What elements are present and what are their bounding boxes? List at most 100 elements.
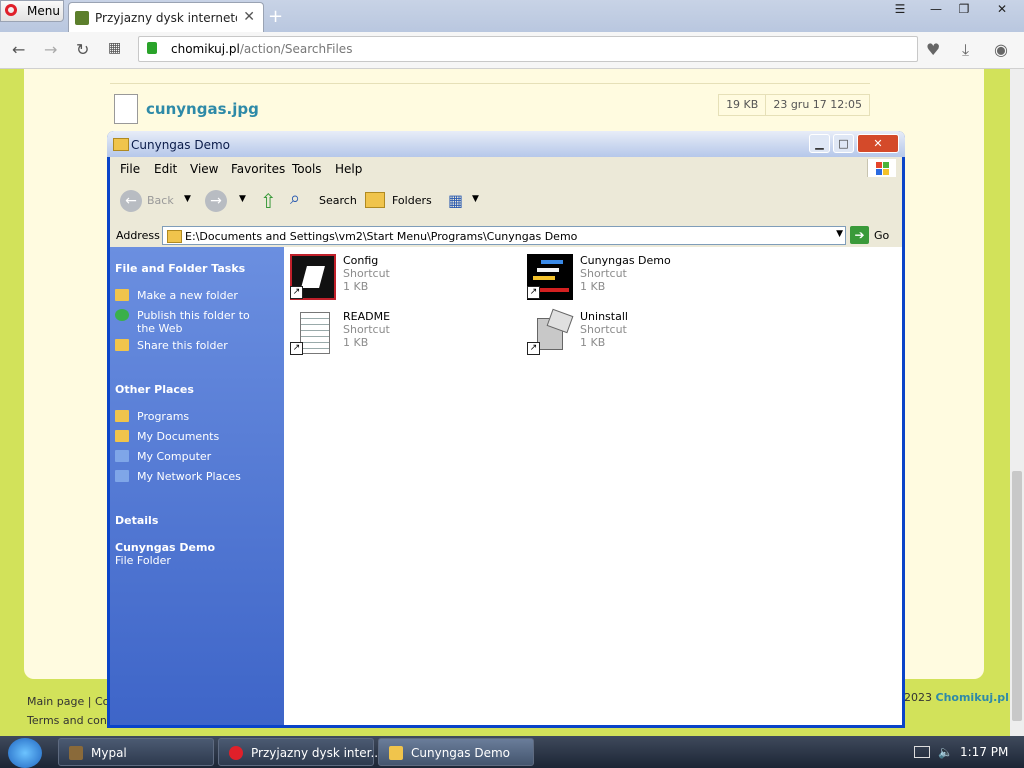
- footer-brand-link[interactable]: Chomikuj.pl: [936, 691, 1009, 704]
- shortcut-arrow-icon: ↗: [290, 342, 303, 355]
- task-make-folder[interactable]: Make a new folder: [115, 289, 275, 302]
- search-result-row[interactable]: cunyngas.jpg 19 KB 23 gru 17 12:05: [110, 83, 870, 130]
- views-icon[interactable]: ▦: [448, 191, 463, 210]
- file-tasks-header[interactable]: File and Folder Tasks: [115, 262, 245, 275]
- shortcut-arrow-icon: ↗: [290, 286, 303, 299]
- my-computer-icon: [115, 450, 129, 462]
- menu-edit[interactable]: Edit: [154, 162, 177, 176]
- window-title: Cunyngas Demo: [131, 138, 230, 152]
- footer-links: Main page | Co Terms and cond: [27, 692, 114, 730]
- place-my-computer[interactable]: My Computer: [115, 450, 275, 463]
- tab-menu-icon[interactable]: ☰: [890, 2, 910, 18]
- heart-bookmark-icon[interactable]: ♥: [926, 40, 940, 59]
- forward-dropdown-icon[interactable]: ▼: [239, 194, 246, 204]
- search-label[interactable]: Search: [319, 194, 357, 207]
- start-button[interactable]: [8, 738, 42, 768]
- menu-help[interactable]: Help: [335, 162, 362, 176]
- other-places-header[interactable]: Other Places: [115, 383, 194, 396]
- address-dropdown-icon[interactable]: ▼: [836, 229, 843, 239]
- folders-icon[interactable]: [365, 192, 385, 208]
- secure-lock-icon: [147, 42, 157, 54]
- up-folder-icon[interactable]: ⇧: [260, 189, 277, 213]
- footer-main-page-link[interactable]: Main page: [27, 695, 84, 708]
- menu-file[interactable]: File: [120, 162, 140, 176]
- details-header[interactable]: Details: [115, 514, 158, 527]
- share-folder-icon: [115, 339, 129, 351]
- file-item-config[interactable]: ↗ Config Shortcut 1 KB: [290, 254, 520, 304]
- go-arrow-icon[interactable]: ➔: [850, 226, 869, 244]
- file-size: 1 KB: [343, 336, 369, 349]
- forward-arrow-icon[interactable]: →: [44, 40, 57, 59]
- file-name: Uninstall: [580, 310, 628, 323]
- file-size: 1 KB: [343, 280, 369, 293]
- page-scrollbar[interactable]: [1010, 69, 1024, 736]
- browser-minimize-icon[interactable]: —: [926, 2, 946, 18]
- taskbar: Mypal Przyjazny dysk inter... Cunyngas D…: [0, 736, 1024, 768]
- menu-view[interactable]: View: [190, 162, 218, 176]
- task-publish-web[interactable]: Publish this folder to the Web: [115, 309, 275, 335]
- go-button[interactable]: Go: [874, 229, 889, 242]
- browser-close-icon[interactable]: ✕: [992, 2, 1012, 18]
- browser-maximize-icon[interactable]: ❐: [954, 2, 974, 18]
- browser-tabstrip: Menu Przyjazny dysk internetowy ✕ + ☰ — …: [0, 0, 1024, 33]
- back-dropdown-icon[interactable]: ▼: [184, 194, 191, 204]
- volume-icon[interactable]: 🔈: [938, 745, 953, 759]
- file-name: README: [343, 310, 391, 323]
- opera-menu-label: Menu: [27, 4, 60, 18]
- result-file-name[interactable]: cunyngas.jpg: [146, 100, 259, 118]
- place-my-documents[interactable]: My Documents: [115, 430, 275, 443]
- place-programs[interactable]: Programs: [115, 410, 275, 423]
- file-item-cunyngas-demo[interactable]: ↗ Cunyngas Demo Shortcut 1 KB: [527, 254, 757, 304]
- mypal-icon: [69, 746, 83, 760]
- back-label[interactable]: Back: [147, 194, 174, 207]
- task-share-folder[interactable]: Share this folder: [115, 339, 275, 352]
- maximize-button[interactable]: □: [833, 134, 854, 153]
- place-my-network[interactable]: My Network Places: [115, 470, 275, 483]
- clock[interactable]: 1:17 PM: [960, 745, 1008, 759]
- close-button[interactable]: ✕: [857, 134, 899, 153]
- account-icon[interactable]: ◉: [994, 40, 1008, 59]
- browser-toolbar: ← → ↻ ▦ chomikuj.pl/action/SearchFiles ♥…: [0, 32, 1024, 69]
- browser-tab[interactable]: Przyjazny dysk internetowy ✕: [68, 2, 264, 33]
- keyboard-icon[interactable]: [914, 746, 930, 758]
- back-icon[interactable]: ←: [120, 190, 142, 212]
- opera-icon: [229, 746, 243, 760]
- address-folder-icon: [167, 230, 182, 243]
- tab-close-icon[interactable]: ✕: [243, 9, 255, 25]
- speed-dial-grid-icon[interactable]: ▦: [108, 40, 121, 56]
- folders-label[interactable]: Folders: [392, 194, 432, 207]
- search-icon[interactable]: ⌕: [290, 188, 300, 209]
- taskbar-item-mypal[interactable]: Mypal: [58, 738, 214, 766]
- taskbar-item-explorer[interactable]: Cunyngas Demo: [378, 738, 534, 766]
- url-bar[interactable]: chomikuj.pl/action/SearchFiles: [138, 36, 918, 62]
- footer-terms-link[interactable]: Terms and cond: [27, 711, 114, 730]
- file-type: Shortcut: [343, 323, 390, 336]
- file-list: ↗ Config Shortcut 1 KB ↗ Cunyngas Demo S…: [284, 247, 902, 725]
- menu-tools[interactable]: Tools: [292, 162, 322, 176]
- minimize-button[interactable]: ▁: [809, 134, 830, 153]
- file-type: Shortcut: [343, 267, 390, 280]
- details-type: File Folder: [115, 554, 171, 567]
- views-dropdown-icon[interactable]: ▼: [472, 194, 479, 204]
- url-text: chomikuj.pl/action/SearchFiles: [171, 42, 352, 56]
- back-arrow-icon[interactable]: ←: [12, 40, 25, 59]
- taskbar-item-browser[interactable]: Przyjazny dysk inter...: [218, 738, 382, 766]
- file-name: Config: [343, 254, 379, 267]
- opera-menu-button[interactable]: Menu: [0, 0, 64, 22]
- new-tab-icon[interactable]: +: [268, 6, 283, 27]
- file-item-readme[interactable]: ↗ README Shortcut 1 KB: [290, 310, 520, 360]
- menu-favorites[interactable]: Favorites: [231, 162, 285, 176]
- file-item-uninstall[interactable]: ↗ Uninstall Shortcut 1 KB: [527, 308, 757, 360]
- reload-icon[interactable]: ↻: [76, 40, 89, 59]
- file-type: Shortcut: [580, 267, 627, 280]
- download-icon[interactable]: ⤓: [962, 40, 969, 60]
- result-file-size: 19 KB: [726, 98, 759, 111]
- address-field[interactable]: E:\Documents and Settings\vm2\Start Menu…: [162, 226, 846, 245]
- folder-icon: [113, 138, 129, 151]
- publish-web-icon: [115, 309, 129, 321]
- scrollbar-thumb[interactable]: [1012, 471, 1022, 721]
- window-titlebar[interactable]: Cunyngas Demo ▁ □ ✕: [107, 131, 905, 157]
- forward-icon[interactable]: →: [205, 190, 227, 212]
- result-meta: 19 KB 23 gru 17 12:05: [718, 94, 870, 116]
- image-file-icon: [114, 94, 138, 124]
